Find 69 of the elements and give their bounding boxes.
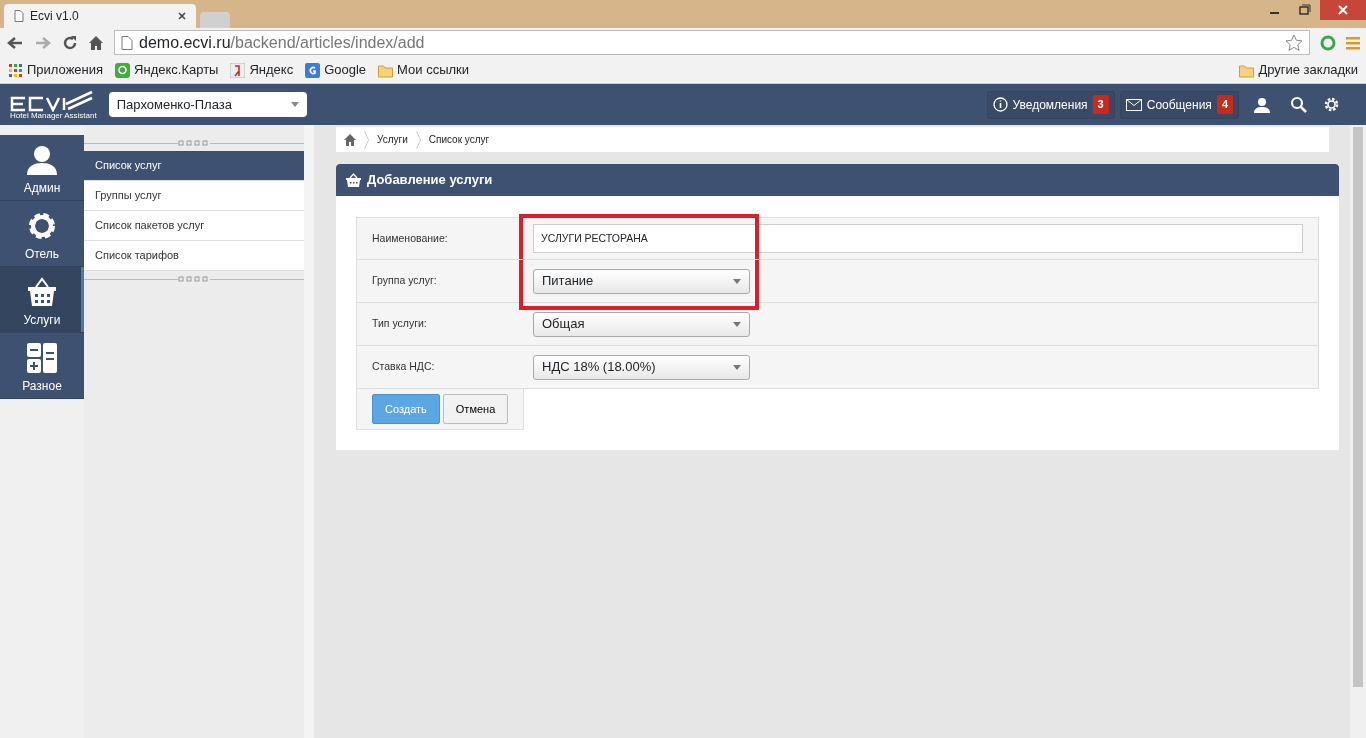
text-field[interactable]: УСЛУГИ РЕСТОРАНА [533, 224, 1303, 253]
user-icon [27, 145, 57, 175]
cancel-button[interactable]: Отмена [442, 394, 509, 424]
messages-button[interactable]: Сообщения 4 [1119, 90, 1239, 119]
select-field[interactable]: Общая [533, 311, 750, 337]
apps-grid-icon [8, 62, 23, 78]
panel-title: Добавление услуги [367, 171, 493, 190]
caret-icon [733, 278, 741, 284]
count-badge: 3 [1092, 95, 1109, 114]
notifications-button[interactable]: Уведомления 3 [986, 90, 1115, 119]
extension-icon[interactable] [1320, 34, 1336, 51]
browser-tab[interactable]: Ecvi v1.0 [4, 4, 196, 28]
letter-badge-icon [305, 62, 321, 78]
chevron-icon [415, 130, 421, 149]
sidebar-item[interactable]: Разное [0, 333, 84, 399]
folder-icon [1239, 62, 1255, 78]
sidebar-item[interactable]: Отель [0, 201, 84, 267]
field-label: Наименование: [371, 230, 449, 246]
info-icon [992, 97, 1008, 112]
address-bar[interactable]: demo.ecvi.ru/backend/articles/index/add [114, 30, 1310, 55]
bookmark[interactable]: Другие закладки [1239, 60, 1358, 80]
close-icon[interactable] [178, 12, 186, 20]
select-field[interactable]: НДС 18% (18.00%) [533, 354, 750, 380]
caret-icon [733, 321, 741, 327]
grip-icon [178, 140, 210, 146]
settings-icon[interactable] [1323, 96, 1340, 113]
sidebar-item[interactable]: Услуги [0, 267, 84, 333]
calculator-icon [27, 343, 57, 373]
scrollbar-thumb[interactable] [1353, 127, 1363, 687]
submenu-item[interactable]: Список тарифов [84, 241, 304, 271]
sidebar-item[interactable]: Админ [0, 135, 84, 201]
bookmark[interactable]: Приложения [8, 60, 104, 80]
caret-icon [733, 364, 741, 370]
page-icon [121, 35, 133, 50]
caret-icon [290, 102, 299, 107]
logo[interactable]: Hotel Manager Assistant [10, 89, 97, 120]
field-label: Группа услуг: [371, 273, 438, 289]
envelope-icon [1125, 98, 1142, 111]
star-icon[interactable] [1285, 33, 1303, 52]
bookmark[interactable]: Google [305, 60, 367, 80]
select-field[interactable]: Питание [533, 268, 750, 294]
url-text: demo.ecvi.ru/backend/articles/index/add [139, 32, 425, 53]
chevron-icon [364, 130, 369, 149]
grip-icon [178, 276, 210, 282]
user-icon[interactable] [1254, 96, 1270, 113]
submenu-item[interactable]: Список пакетов услуг [84, 211, 304, 241]
basket-icon [346, 173, 361, 187]
basket-icon [27, 277, 57, 307]
gear-icon [27, 211, 57, 241]
search-icon[interactable] [1290, 96, 1307, 113]
field-label: Ставка НДС: [371, 359, 436, 375]
bookmark[interactable]: Яндекс [230, 60, 294, 80]
letter-badge-icon [230, 62, 246, 78]
folder-icon [378, 62, 394, 78]
count-badge: 4 [1216, 95, 1233, 114]
breadcrumb-link[interactable]: Услуги [377, 132, 408, 147]
bookmark[interactable]: Яндекс.Карты [115, 60, 219, 80]
close-icon[interactable] [1320, 0, 1366, 20]
hotel-select[interactable]: Пархоменко-Плаза [108, 92, 307, 117]
breadcrumb-link[interactable]: Список услуг [428, 132, 490, 147]
bookmark[interactable]: Мои ссылки [378, 60, 470, 80]
submenu-item[interactable]: Список услуг [84, 151, 304, 181]
home-icon[interactable] [344, 133, 356, 146]
field-label: Тип услуги: [371, 316, 428, 332]
home-icon[interactable] [88, 34, 104, 51]
reload-icon[interactable] [62, 34, 78, 51]
page-icon [14, 10, 24, 22]
submenu-item[interactable]: Группы услуг [84, 181, 304, 211]
back-icon[interactable] [6, 34, 24, 51]
